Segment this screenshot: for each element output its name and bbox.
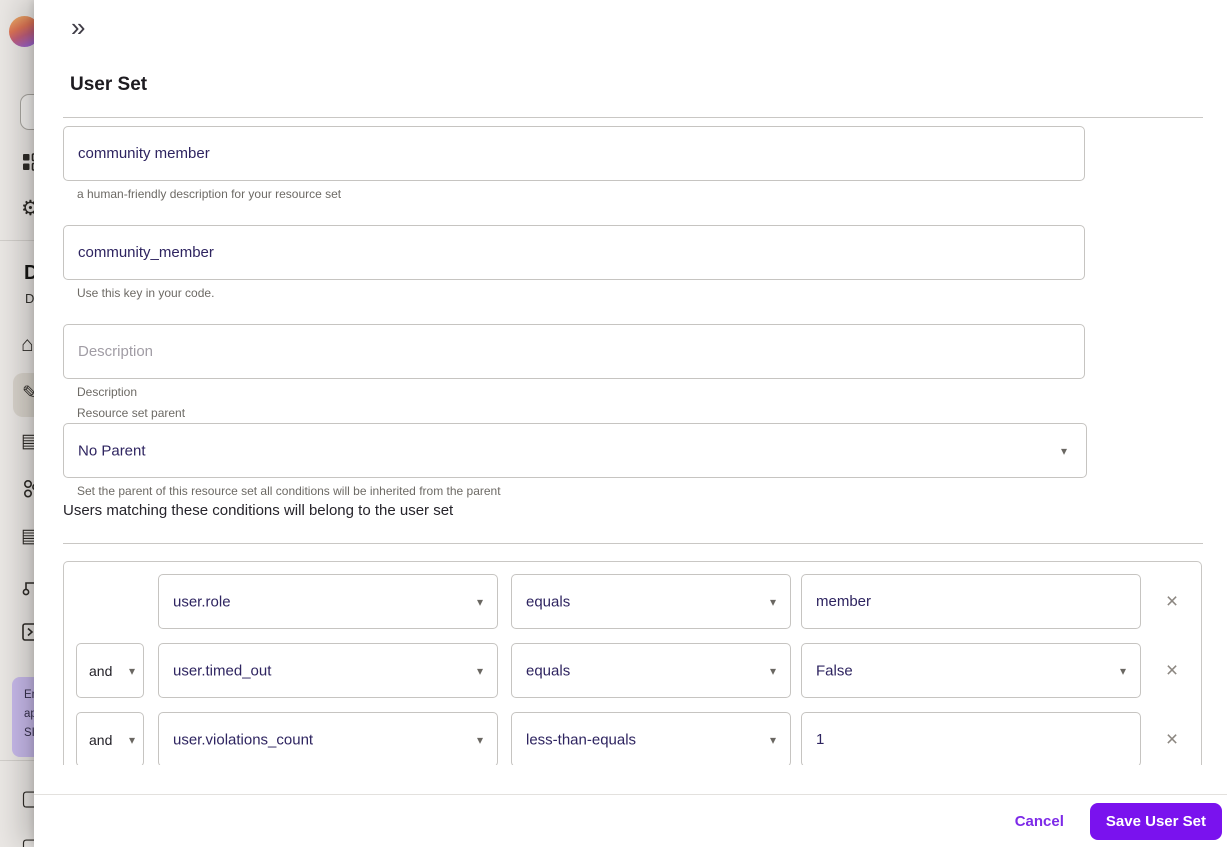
description-helper: Description <box>77 385 138 399</box>
property-select-value: user.role <box>173 593 231 610</box>
property-select[interactable]: user.timed_out ▾ <box>158 643 498 698</box>
description-field[interactable] <box>63 324 1085 379</box>
chevron-down-icon: ▾ <box>476 732 483 747</box>
workspace-sub-letter: D <box>25 291 35 306</box>
condition-row: and ▾ user.timed_out ▾ equals ▾ False ▾ … <box>64 643 1201 698</box>
remove-condition-button[interactable]: × <box>1149 712 1195 765</box>
key-input[interactable] <box>64 226 1084 279</box>
operator-select[interactable]: equals ▾ <box>511 643 791 698</box>
key-helper: Use this key in your code. <box>77 286 215 300</box>
value-select[interactable]: False ▾ <box>801 643 1141 698</box>
divider <box>63 543 1203 544</box>
name-field[interactable] <box>63 126 1085 181</box>
conjunction-select[interactable]: and ▾ <box>76 643 144 698</box>
parent-select-value: No Parent <box>78 442 146 459</box>
property-select-value: user.timed_out <box>173 662 272 679</box>
value-field[interactable] <box>801 712 1141 765</box>
operator-select-value: equals <box>526 662 571 679</box>
property-select[interactable]: user.violations_count ▾ <box>158 712 498 765</box>
chevron-down-icon: ▾ <box>128 732 135 747</box>
value-select-value: False <box>816 662 853 679</box>
operator-select-value: less-than-equals <box>526 731 637 748</box>
chevron-down-icon: ▾ <box>1060 443 1067 458</box>
operator-select[interactable]: less-than-equals ▾ <box>511 712 791 765</box>
name-helper: a human-friendly description for your re… <box>77 187 342 201</box>
name-input[interactable] <box>64 127 1084 180</box>
remove-condition-button[interactable]: × <box>1149 643 1195 698</box>
conditions-intro: Users matching these conditions will bel… <box>63 502 454 519</box>
chevron-down-icon: ▾ <box>128 663 135 678</box>
user-set-drawer: » User Set a human-friendly description … <box>34 0 1227 847</box>
parent-helper: Set the parent of this resource set all … <box>77 484 501 498</box>
chevron-down-icon: ▾ <box>476 663 483 678</box>
remove-condition-button[interactable]: × <box>1149 574 1195 629</box>
chevron-down-icon: ▾ <box>1119 663 1126 678</box>
operator-select-value: equals <box>526 593 571 610</box>
chevron-down-icon: ▾ <box>769 732 776 747</box>
conjunction-select-value: and <box>89 731 113 748</box>
chevron-down-icon: ▾ <box>476 594 483 609</box>
drawer-footer: Cancel Save User Set <box>34 794 1227 847</box>
collapse-drawer-icon[interactable]: » <box>67 13 89 41</box>
property-select-value: user.violations_count <box>173 731 314 748</box>
conditions-group: user.role ▾ equals ▾ × and ▾ user.timed_… <box>63 561 1202 765</box>
key-field[interactable] <box>63 225 1085 280</box>
value-input[interactable] <box>802 575 1140 628</box>
save-user-set-button[interactable]: Save User Set <box>1089 802 1222 840</box>
drawer-title: User Set <box>70 74 148 95</box>
property-select[interactable]: user.role ▾ <box>158 574 498 629</box>
conjunction-select-value: and <box>89 662 113 679</box>
parent-select[interactable]: No Parent ▾ <box>63 423 1087 478</box>
conjunction-select[interactable]: and ▾ <box>76 712 144 765</box>
condition-row: and ▾ user.violations_count ▾ less-than-… <box>64 712 1201 765</box>
divider <box>63 117 1203 118</box>
value-field[interactable] <box>801 574 1141 629</box>
chevron-down-icon: ▾ <box>769 663 776 678</box>
resource-set-parent-label: Resource set parent <box>77 406 186 420</box>
value-input[interactable] <box>802 713 1140 765</box>
description-input[interactable] <box>64 325 1084 378</box>
condition-row: user.role ▾ equals ▾ × <box>64 574 1201 629</box>
operator-select[interactable]: equals ▾ <box>511 574 791 629</box>
cancel-button[interactable]: Cancel <box>1003 805 1076 838</box>
chevron-down-icon: ▾ <box>769 594 776 609</box>
